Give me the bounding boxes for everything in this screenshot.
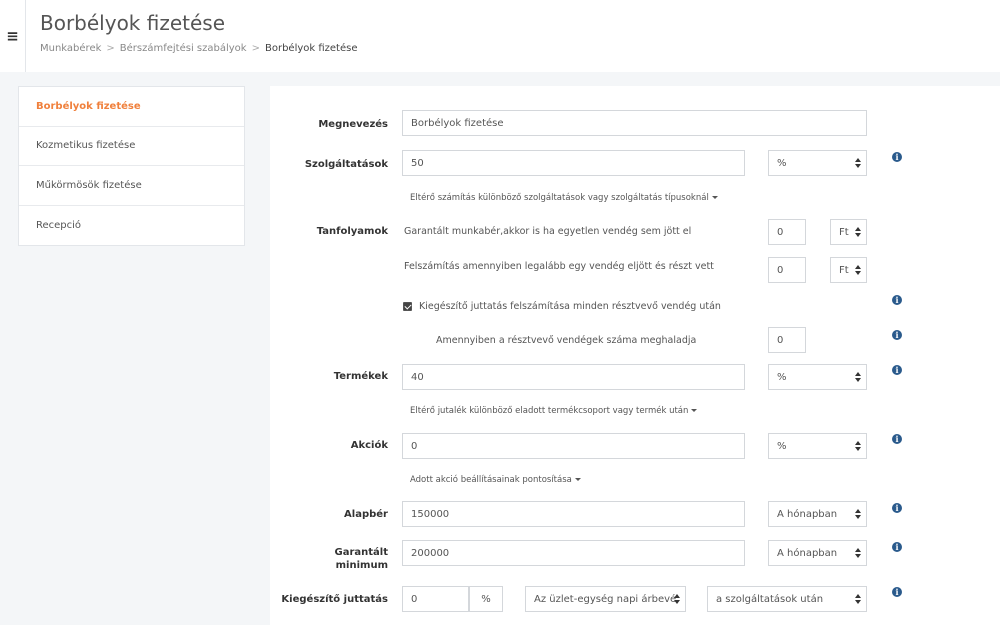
garantalt-label-line2: minimum — [335, 560, 388, 571]
breadcrumb-item-current: Borbélyok fizetése — [264, 43, 358, 54]
select-arrows-icon — [855, 509, 861, 520]
sidebar-item-mukormosok[interactable]: Műkörmösök fizetése — [19, 166, 244, 206]
threshold-input[interactable]: 0 — [768, 327, 806, 353]
kiegeszito-value-input[interactable]: 0 — [402, 586, 469, 612]
sidebar-item-recepcio[interactable]: Recepció — [19, 206, 244, 246]
alapber-period-select[interactable]: A hónapban — [768, 501, 867, 527]
tanfolyamok-charge-text: Felszámítás amennyiben legalább egy vend… — [404, 261, 714, 272]
szolgaltatasok-variant-text: Eltérő számítás különböző szolgáltatások… — [410, 193, 709, 203]
tanfolyamok-charge-unit-value: Ft — [839, 264, 849, 276]
breadcrumb: Munkabérek > Bérszámfejtési szabályok > Borb… — [40, 43, 358, 54]
szolgaltatasok-unit-value: % — [777, 157, 787, 169]
kiegeszito-info-icon[interactable]: i — [892, 587, 902, 597]
select-arrows-icon — [855, 548, 861, 559]
settings-form: Megnevezés Borbélyok fizetése Szolgáltat… — [270, 86, 1000, 625]
tanfolyamok-charge-unit-select[interactable]: Ft — [830, 257, 867, 283]
sidebar-item-kozmetikus[interactable]: Kozmetikus fizetése — [19, 127, 244, 166]
alapber-label: Alapbér — [344, 509, 388, 520]
termekek-input[interactable]: 40 — [402, 364, 745, 390]
select-arrows-icon — [855, 227, 861, 238]
extra-allowance-text: Kiegészítő juttatás felszámítása minden … — [419, 301, 721, 312]
select-arrows-icon — [855, 372, 861, 383]
threshold-text: Amennyiben a résztvevő vendégek száma me… — [436, 335, 697, 346]
breadcrumb-separator: > — [106, 43, 115, 54]
garantalt-info-icon[interactable]: i — [892, 542, 902, 552]
tanfolyamok-label: Tanfolyamok — [316, 226, 388, 237]
szolgaltatasok-unit-select[interactable]: % — [768, 150, 867, 176]
garantalt-period-select[interactable]: A hónapban — [768, 540, 867, 566]
akciok-input[interactable]: 0 — [402, 433, 745, 459]
kiegeszito-base-value: Az üzlet-egység napi árbevé — [534, 593, 677, 605]
szolgaltatasok-input[interactable]: 50 — [402, 150, 745, 176]
caret-down-icon — [574, 478, 581, 481]
alapber-period-value: A hónapban — [777, 508, 838, 520]
sidebar-item-borbelyok[interactable]: Borbélyok fizetése — [19, 87, 244, 127]
select-arrows-icon — [855, 158, 861, 169]
page-header: ≡ Borbélyok fizetése Munkabérek > Bérszámf… — [0, 0, 1000, 72]
extra-allowance-checkbox[interactable] — [403, 302, 412, 311]
select-arrows-icon — [855, 441, 861, 452]
akciok-info-icon[interactable]: i — [892, 434, 902, 444]
garantalt-label-line1: Garantált — [334, 547, 389, 558]
megnevezes-label: Megnevezés — [318, 119, 388, 130]
termekek-variant-link[interactable]: Eltérő jutalék különböző eladott termékc… — [410, 406, 698, 416]
alapber-input[interactable]: 150000 — [402, 501, 745, 527]
hamburger-menu-icon[interactable]: ≡ — [0, 0, 26, 72]
tanfolyamok-charge-input[interactable]: 0 — [768, 257, 806, 283]
extra-allowance-info-icon[interactable]: i — [892, 295, 902, 305]
garantalt-period-value: A hónapban — [777, 547, 838, 559]
sidebar: Borbélyok fizetése Kozmetikus fizetése M… — [18, 86, 245, 246]
breadcrumb-separator: > — [251, 43, 260, 54]
akciok-unit-select[interactable]: % — [768, 433, 867, 459]
select-arrows-icon — [855, 594, 861, 605]
tanfolyamok-guaranteed-unit-value: Ft — [839, 226, 849, 238]
kiegeszito-percent-addon: % — [469, 586, 503, 612]
breadcrumb-item-munkaberek[interactable]: Munkabérek — [40, 43, 101, 54]
kiegeszito-basis-select[interactable]: a szolgáltatások után — [707, 586, 867, 612]
garantalt-minimum-input[interactable]: 200000 — [402, 540, 745, 566]
tanfolyamok-guaranteed-input[interactable]: 0 — [768, 219, 806, 245]
kiegeszito-basis-value: a szolgáltatások után — [716, 593, 824, 605]
akciok-label: Akciók — [350, 440, 388, 451]
kiegeszito-label: Kiegészítő juttatás — [281, 594, 388, 605]
threshold-info-icon[interactable]: i — [892, 330, 902, 340]
caret-down-icon — [691, 409, 698, 412]
select-arrows-icon — [674, 594, 680, 605]
garantalt-minimum-label: Garantált minimum — [335, 546, 389, 572]
page-title: Borbélyok fizetése — [40, 11, 226, 35]
termekek-label: Termékek — [333, 371, 388, 382]
tanfolyamok-guaranteed-unit-select[interactable]: Ft — [830, 219, 867, 245]
termekek-unit-select[interactable]: % — [768, 364, 867, 390]
szolgaltatasok-variant-link[interactable]: Eltérő számítás különböző szolgáltatások… — [410, 193, 718, 203]
tanfolyamok-guaranteed-text: Garantált munkabér,akkor is ha egyetlen … — [404, 226, 692, 237]
akciok-details-link[interactable]: Adott akció beállításainak pontosítása — [410, 475, 581, 485]
megnevezes-input[interactable]: Borbélyok fizetése — [402, 110, 867, 136]
breadcrumb-item-berszamfejtesi[interactable]: Bérszámfejtési szabályok — [120, 43, 247, 54]
termekek-unit-value: % — [777, 371, 787, 383]
termekek-variant-text: Eltérő jutalék különböző eladott termékc… — [410, 406, 689, 416]
akciok-unit-value: % — [777, 440, 787, 452]
select-arrows-icon — [855, 265, 861, 276]
szolgaltatasok-label: Szolgáltatások — [304, 159, 388, 170]
akciok-details-text: Adott akció beállításainak pontosítása — [410, 475, 572, 485]
szolgaltatasok-info-icon[interactable]: i — [892, 152, 902, 162]
caret-down-icon — [711, 196, 718, 199]
termekek-info-icon[interactable]: i — [892, 365, 902, 375]
alapber-info-icon[interactable]: i — [892, 503, 902, 513]
kiegeszito-base-select[interactable]: Az üzlet-egység napi árbevé — [525, 586, 686, 612]
